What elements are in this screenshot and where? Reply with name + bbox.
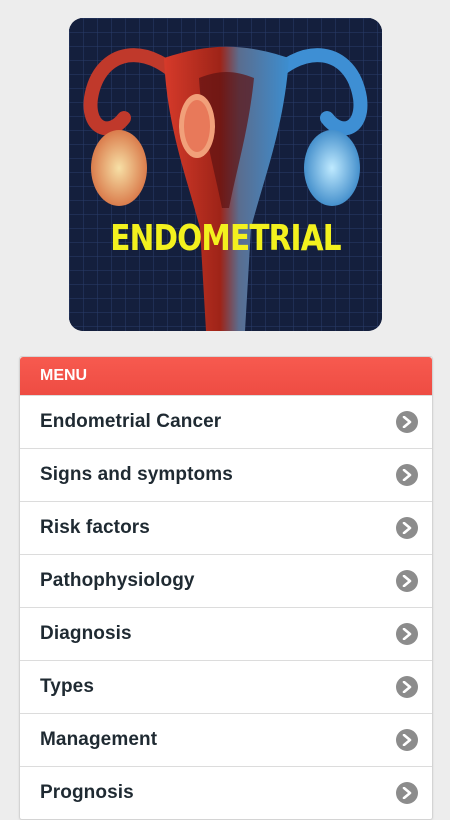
menu-item-diagnosis[interactable]: Diagnosis — [20, 607, 432, 660]
chevron-right-icon — [396, 517, 418, 539]
chevron-right-icon — [396, 464, 418, 486]
menu-item-label: Types — [40, 676, 95, 697]
menu-item-label: Diagnosis — [40, 623, 132, 644]
chevron-right-icon — [396, 676, 418, 698]
menu-item-prognosis[interactable]: Prognosis — [20, 766, 432, 819]
menu-item-types[interactable]: Types — [20, 660, 432, 713]
anatomy-illustration — [69, 18, 382, 331]
menu-item-endometrial-cancer[interactable]: Endometrial Cancer — [20, 395, 432, 448]
menu-item-label: Pathophysiology — [40, 570, 195, 591]
chevron-right-icon — [396, 729, 418, 751]
chevron-right-icon — [396, 623, 418, 645]
menu-header: MENU — [20, 357, 432, 395]
hero-illustration: ENDOMETRIAL — [69, 18, 382, 331]
menu-panel: MENU Endometrial Cancer Signs and sympto… — [19, 356, 433, 820]
menu-item-label: Management — [40, 729, 158, 750]
menu-item-signs-and-symptoms[interactable]: Signs and symptoms — [20, 448, 432, 501]
menu-item-label: Endometrial Cancer — [40, 411, 222, 432]
hero-title: ENDOMETRIAL — [110, 218, 341, 259]
menu-item-risk-factors[interactable]: Risk factors — [20, 501, 432, 554]
menu-item-management[interactable]: Management — [20, 713, 432, 766]
menu-item-label: Prognosis — [40, 782, 134, 803]
chevron-right-icon — [396, 411, 418, 433]
menu-item-label: Signs and symptoms — [40, 464, 233, 485]
chevron-right-icon — [396, 782, 418, 804]
chevron-right-icon — [396, 570, 418, 592]
menu-item-pathophysiology[interactable]: Pathophysiology — [20, 554, 432, 607]
menu-item-label: Risk factors — [40, 517, 150, 538]
